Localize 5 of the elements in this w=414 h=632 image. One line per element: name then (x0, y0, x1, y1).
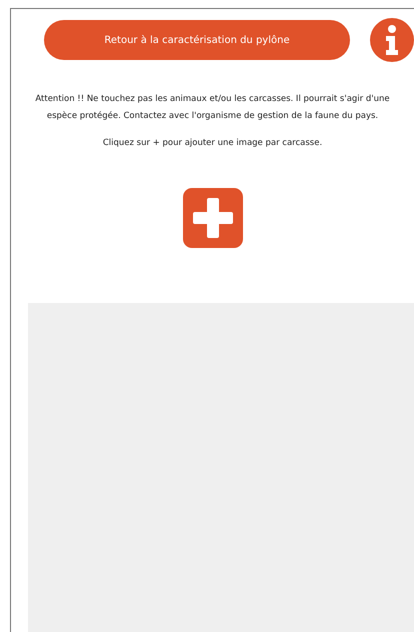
back-button[interactable]: Retour à la caractérisation du pylône (44, 20, 350, 60)
add-image-button[interactable] (182, 188, 242, 248)
info-icon[interactable] (370, 18, 414, 62)
warning-text: Attention !! Ne touchez pas les animaux et/ou les carcasses. Il pourrait s'agir d'une espèce protégée. Contactez avec l'organisme de gestion de la faune du pays. (34, 93, 391, 122)
instruction-text: Cliquez sur + pour ajouter une image par carcasse. (102, 137, 324, 150)
